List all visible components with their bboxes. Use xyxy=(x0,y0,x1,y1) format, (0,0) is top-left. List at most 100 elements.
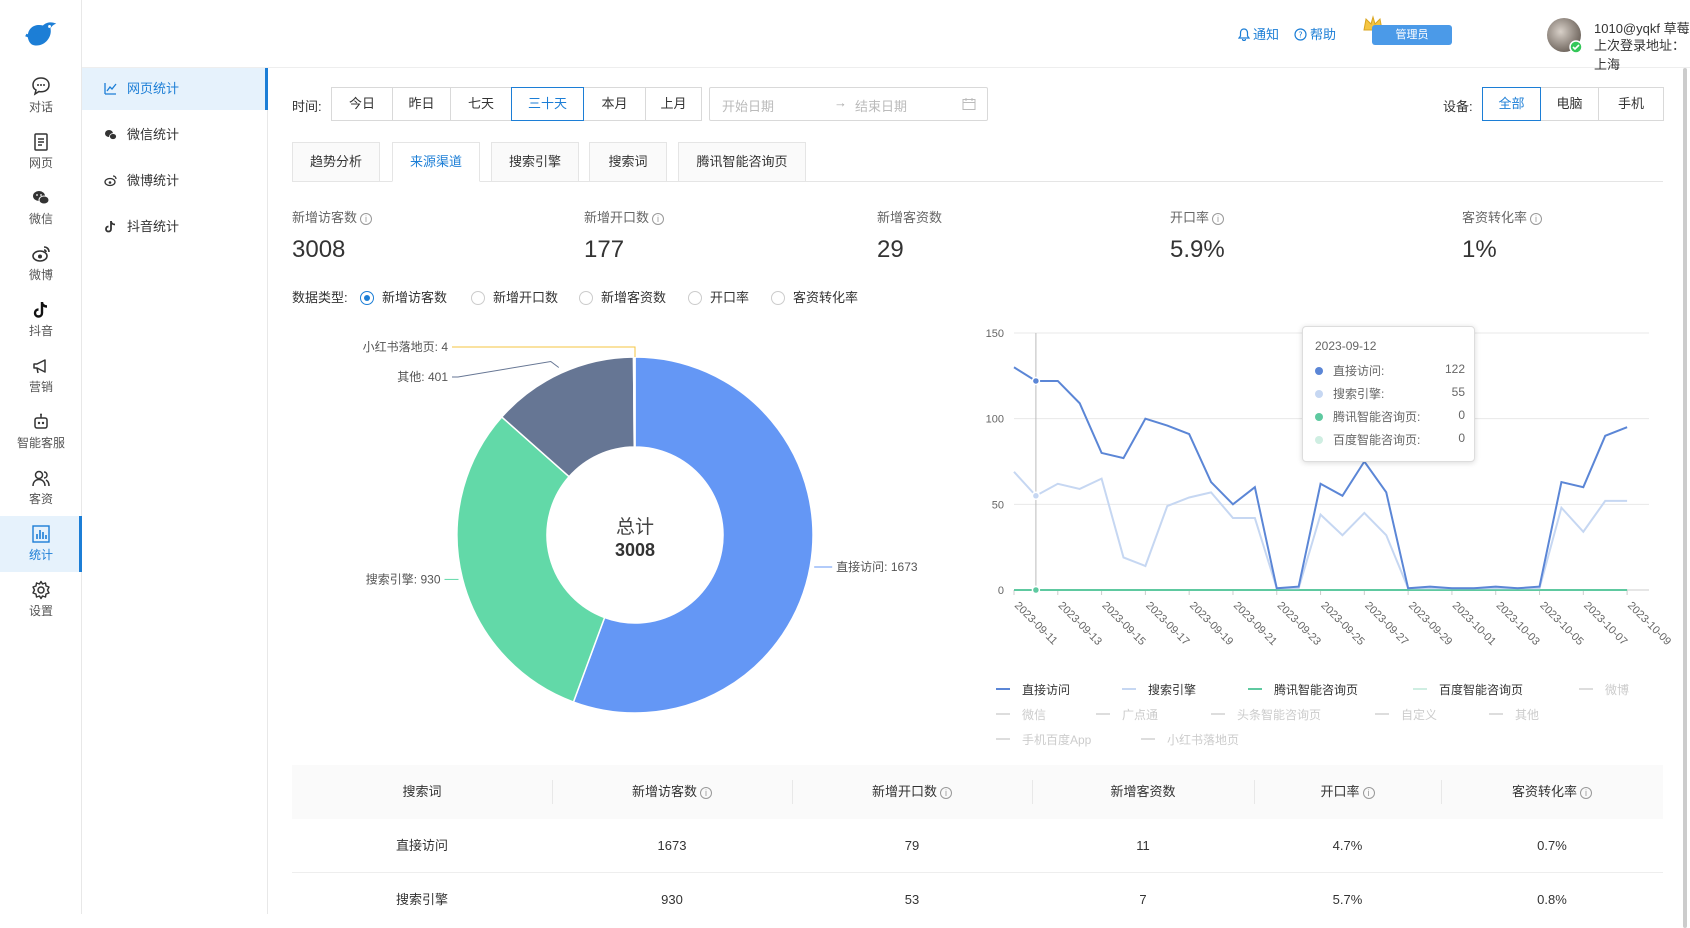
stat-value-0: 3008 xyxy=(292,236,346,263)
table-cell: 直接访问 xyxy=(395,838,448,853)
device-label: 设备: xyxy=(1443,99,1473,114)
info-icon[interactable]: i xyxy=(1580,787,1592,799)
info-icon[interactable]: i xyxy=(1530,213,1543,225)
radio-dot xyxy=(471,291,485,305)
x-tick-label: 2023-09-21 xyxy=(1231,600,1279,648)
legend-label: 头条智能咨询页 xyxy=(1237,708,1322,722)
stat-label-2: 新增客资数 xyxy=(877,207,942,226)
data-type-option-2[interactable]: 新增客资数 xyxy=(579,287,666,306)
legend-item-6[interactable]: 广点通 xyxy=(1096,706,1158,723)
x-tick-label: 2023-10-09 xyxy=(1625,600,1672,648)
legend-item-5[interactable]: 微信 xyxy=(996,706,1046,723)
tab-0[interactable]: 趋势分析 xyxy=(292,142,380,182)
info-icon[interactable]: i xyxy=(360,213,373,225)
info-icon[interactable]: i xyxy=(700,787,712,799)
tooltip-series-name: 搜索引擎: xyxy=(1333,387,1385,401)
legend-item-2[interactable]: 腾讯智能咨询页 xyxy=(1248,681,1358,698)
y-tick-label: 150 xyxy=(986,328,1004,340)
data-type-option-4[interactable]: 客资转化率 xyxy=(771,287,858,306)
info-icon[interactable]: i xyxy=(940,787,952,799)
x-tick-label: 2023-09-15 xyxy=(1099,600,1147,648)
legend-swatch xyxy=(996,713,1010,715)
legend-item-4[interactable]: 微博 xyxy=(1579,681,1629,698)
series-line-1[interactable] xyxy=(1013,471,1628,590)
douyin-icon xyxy=(105,220,116,233)
pie-slice-3[interactable] xyxy=(632,356,636,448)
subnav-item-3[interactable]: 抖音统计 xyxy=(82,206,268,248)
table-header-label: 新增客资数 xyxy=(1110,784,1176,799)
end-date-input[interactable]: 结束日期 xyxy=(855,96,907,115)
pie-center-title: 总计 xyxy=(616,516,654,538)
legend-swatch xyxy=(1413,688,1427,690)
legend-item-8[interactable]: 自定义 xyxy=(1375,706,1437,723)
info-icon[interactable]: i xyxy=(1362,787,1375,799)
tab-4[interactable]: 腾讯智能咨询页 xyxy=(678,142,806,182)
device-option-2[interactable]: 手机 xyxy=(1598,87,1664,121)
nav-item-8[interactable]: 统计 xyxy=(0,516,82,572)
nav-item-7[interactable]: 客资 xyxy=(0,460,82,516)
time-option-5[interactable]: 上月 xyxy=(645,87,702,121)
x-tick-label: 2023-10-01 xyxy=(1450,600,1498,648)
wechat-icon xyxy=(105,130,117,140)
time-option-2[interactable]: 七天 xyxy=(450,87,512,121)
x-tick-label: 2023-09-19 xyxy=(1187,600,1235,648)
subnav-item-0[interactable]: 网页统计 xyxy=(82,68,268,110)
table-cell: 5.7% xyxy=(1332,892,1363,907)
tooltip-dot xyxy=(1315,367,1323,375)
legend-item-3[interactable]: 百度智能咨询页 xyxy=(1413,681,1523,698)
device-option-0[interactable]: 全部 xyxy=(1482,87,1541,121)
legend-item-11[interactable]: 小红书落地页 xyxy=(1141,731,1239,748)
scrollbar[interactable] xyxy=(1683,68,1687,928)
line-chart-icon xyxy=(104,83,117,95)
tab-3[interactable]: 搜索词 xyxy=(589,142,667,182)
legend-label: 直接访问 xyxy=(1022,683,1071,697)
legend-item-0[interactable]: 直接访问 xyxy=(996,681,1070,698)
time-option-0[interactable]: 今日 xyxy=(331,87,393,121)
legend-swatch xyxy=(996,738,1010,740)
weibo-icon xyxy=(32,246,50,262)
subnav-item-2[interactable]: 微博统计 xyxy=(82,160,268,202)
tooltip-row: 搜索引擎: 55 xyxy=(1315,385,1465,402)
pie-label-line-3 xyxy=(452,346,636,357)
date-range-picker[interactable]: 开始日期 → 结束日期 xyxy=(709,87,988,121)
pie-label-1: 搜索引擎: 930 xyxy=(366,571,441,586)
series-point-0 xyxy=(1031,376,1041,386)
table-header-label: 新增访客数 xyxy=(631,784,697,799)
nav-item-3[interactable]: 微博 xyxy=(0,236,82,292)
subnav-item-1[interactable]: 微信统计 xyxy=(82,114,268,156)
nav-item-6[interactable]: 智能客服 xyxy=(0,404,82,460)
help-link[interactable]: ? 帮助 xyxy=(1294,24,1336,43)
legend-item-1[interactable]: 搜索引擎 xyxy=(1122,681,1196,698)
x-tick-label: 2023-09-29 xyxy=(1406,600,1454,648)
tooltip-row: 百度智能咨询页: 0 xyxy=(1315,431,1465,448)
legend-swatch xyxy=(1211,713,1225,715)
device-option-1[interactable]: 电脑 xyxy=(1540,87,1599,121)
legend-item-7[interactable]: 头条智能咨询页 xyxy=(1211,706,1321,723)
time-option-4[interactable]: 本月 xyxy=(583,87,646,121)
info-icon[interactable]: i xyxy=(1212,213,1225,225)
nav-item-2[interactable]: 微信 xyxy=(0,180,82,236)
arrow-right-icon: → xyxy=(834,95,847,110)
start-date-input[interactable]: 开始日期 xyxy=(722,96,774,115)
nav-item-4[interactable]: 抖音 xyxy=(0,292,82,348)
nav-item-5[interactable]: 营销 xyxy=(0,348,82,404)
legend-item-9[interactable]: 其他 xyxy=(1489,706,1539,723)
notify-link[interactable]: 通知 xyxy=(1237,24,1279,43)
tab-2[interactable]: 搜索引擎 xyxy=(491,142,579,182)
stat-value-2: 29 xyxy=(877,236,904,263)
data-type-option-0[interactable]: 新增访客数 xyxy=(360,287,447,306)
nav-item-9[interactable]: 设置 xyxy=(0,572,82,628)
time-option-1[interactable]: 昨日 xyxy=(392,87,451,121)
nav-item-1[interactable]: 网页 xyxy=(0,124,82,180)
data-type-option-3[interactable]: 开口率 xyxy=(688,287,749,306)
nav-item-label: 微信 xyxy=(28,212,53,226)
info-icon[interactable]: i xyxy=(652,213,665,225)
time-option-3[interactable]: 三十天 xyxy=(511,87,584,121)
table-header-2: 新增开口数 i xyxy=(792,765,1032,819)
table-cell: 0.7% xyxy=(1537,838,1567,853)
tab-1[interactable]: 来源渠道 xyxy=(392,142,480,182)
legend-item-10[interactable]: 手机百度App xyxy=(996,731,1091,748)
series-point-1 xyxy=(1031,491,1041,501)
nav-item-0[interactable]: 对话 xyxy=(0,68,82,124)
data-type-option-1[interactable]: 新增开口数 xyxy=(471,287,558,306)
